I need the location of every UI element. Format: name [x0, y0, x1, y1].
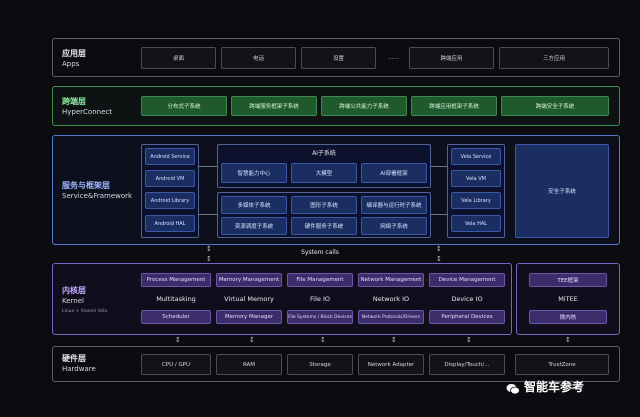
virtual-memory: Virtual Memory: [224, 295, 274, 303]
kernel-title-en: Kernel: [62, 297, 84, 305]
service-layer: 服务与框架层 Service&Framework Android Service…: [52, 135, 620, 245]
hyperconnect-layer: 跨端层 HyperConnect 分布式子系统 跨端服务框架子系统 跨端公共能力…: [52, 86, 620, 126]
connector-left: [199, 166, 217, 167]
memory-management: Memory Management: [216, 273, 282, 287]
system-calls-label: System calls: [301, 249, 339, 256]
app-desktop: 桌面: [141, 47, 216, 69]
device-io: Device IO: [451, 295, 483, 303]
hw-display-touch: Display/Touch/…: [429, 354, 505, 375]
apps-layer: 应用层 Apps 桌面 电话 设置 …… 跨端应用 三方应用: [52, 38, 620, 77]
ai-smart-center: 智慧能力中心: [221, 163, 287, 183]
app-cross-device: 跨端应用: [409, 47, 494, 69]
ai-title: AI子系统: [312, 150, 336, 157]
microkernel: 微内核: [529, 310, 607, 324]
hw-arrow-1: ↕: [175, 336, 181, 344]
vela-service: Vela Service: [451, 148, 501, 165]
hw-ram: RAM: [216, 354, 282, 375]
mitee: MiTEE: [558, 295, 578, 303]
hyper-distributed: 分布式子系统: [141, 96, 227, 116]
hw-storage: Storage: [287, 354, 353, 375]
ai-large-model: 大模型: [291, 163, 357, 183]
hw-arrow-6: ↕: [565, 336, 571, 344]
hyper-title-cn: 跨端层: [62, 97, 86, 106]
scheduler: Scheduler: [141, 310, 211, 324]
hardware-service-subsystem: 硬件服务子系统: [291, 217, 357, 235]
watermark-text: 智能车参考: [524, 379, 585, 394]
hyper-app-framework: 跨端应用框架子系统: [411, 96, 497, 116]
file-management: File Management: [287, 273, 353, 287]
resource-scheduling-subsystem: 资源调度子系统: [221, 217, 287, 235]
android-library: Android Library: [145, 192, 195, 209]
watermark: 智能车参考: [506, 376, 584, 396]
connector-left-2: [199, 214, 217, 215]
android-hal: Android HAL: [145, 215, 195, 232]
syscall-arrow-3: ↕: [206, 255, 212, 263]
app-ellipsis: ……: [388, 55, 399, 61]
network-subsystem: 网络子系统: [361, 217, 427, 235]
file-io: File IO: [310, 295, 330, 303]
syscall-arrow-4: ↕: [436, 255, 442, 263]
vela-library: Vela Library: [451, 192, 501, 209]
vela-vm: Vela VM: [451, 170, 501, 187]
syscall-arrow-1: ↕: [206, 245, 212, 253]
tee-framework: TEE框架: [529, 273, 607, 287]
process-management: Process Management: [141, 273, 211, 287]
security-subsystem: 安全子系统: [515, 144, 609, 238]
peripheral-devices: Peripheral Devices: [429, 310, 505, 324]
wechat-icon: [506, 380, 520, 395]
hw-network-adapter: Network Adapter: [358, 354, 424, 375]
connector-right: [431, 166, 447, 167]
vela-hal: Vela HAL: [451, 215, 501, 232]
connector-right-2: [431, 214, 447, 215]
hw-arrow-3: ↕: [320, 336, 326, 344]
hardware-title-cn: 硬件层: [62, 354, 86, 363]
multimedia-subsystem: 多媒体子系统: [221, 196, 287, 214]
ai-deploy-framework: AI部署框架: [361, 163, 427, 183]
kernel-note: Linux + Xiaomi Vela: [62, 309, 108, 314]
compiler-runtime-subsystem: 编译器与运行时子系统: [361, 196, 427, 214]
android-vm: Android VM: [145, 170, 195, 187]
hw-cpu-gpu: CPU / GPU: [141, 354, 211, 375]
memory-manager: Memory Manager: [216, 310, 282, 324]
hw-arrow-5: ↕: [466, 336, 472, 344]
app-settings: 设置: [301, 47, 376, 69]
network-management: Network Management: [358, 273, 424, 287]
device-management: Device Management: [429, 273, 505, 287]
network-io: Network IO: [372, 295, 410, 303]
hw-arrow-2: ↕: [249, 336, 255, 344]
tee-layer: TEE框架 MiTEE 微内核: [516, 263, 620, 335]
syscall-arrow-2: ↕: [436, 245, 442, 253]
network-protocols: Network Protocols/Drivers: [358, 310, 424, 324]
hyper-title-en: HyperConnect: [62, 108, 112, 116]
hyper-common-capability: 跨端公共能力子系统: [321, 96, 407, 116]
service-title-cn: 服务与框架层: [62, 181, 110, 190]
hardware-title-en: Hardware: [62, 365, 96, 373]
app-third-party: 三方应用: [499, 47, 609, 69]
kernel-title-cn: 内核层: [62, 286, 86, 295]
android-service: Android Service: [145, 148, 195, 165]
graphics-subsystem: 图形子系统: [291, 196, 357, 214]
hyper-security: 跨端安全子系统: [501, 96, 609, 116]
app-phone: 电话: [221, 47, 296, 69]
service-title-en: Service&Framework: [62, 192, 133, 200]
apps-title-cn: 应用层: [62, 49, 86, 58]
kernel-layer: 内核层 Kernel Linux + Xiaomi Vela Process M…: [52, 263, 512, 335]
file-systems: File Systems / Block Devices: [287, 310, 353, 324]
apps-title-en: Apps: [62, 60, 80, 68]
hw-trustzone: TrustZone: [515, 354, 609, 375]
hw-arrow-4: ↕: [391, 336, 397, 344]
multitasking: Multitasking: [156, 295, 196, 303]
hyper-service-framework: 跨端服务框架子系统: [231, 96, 317, 116]
